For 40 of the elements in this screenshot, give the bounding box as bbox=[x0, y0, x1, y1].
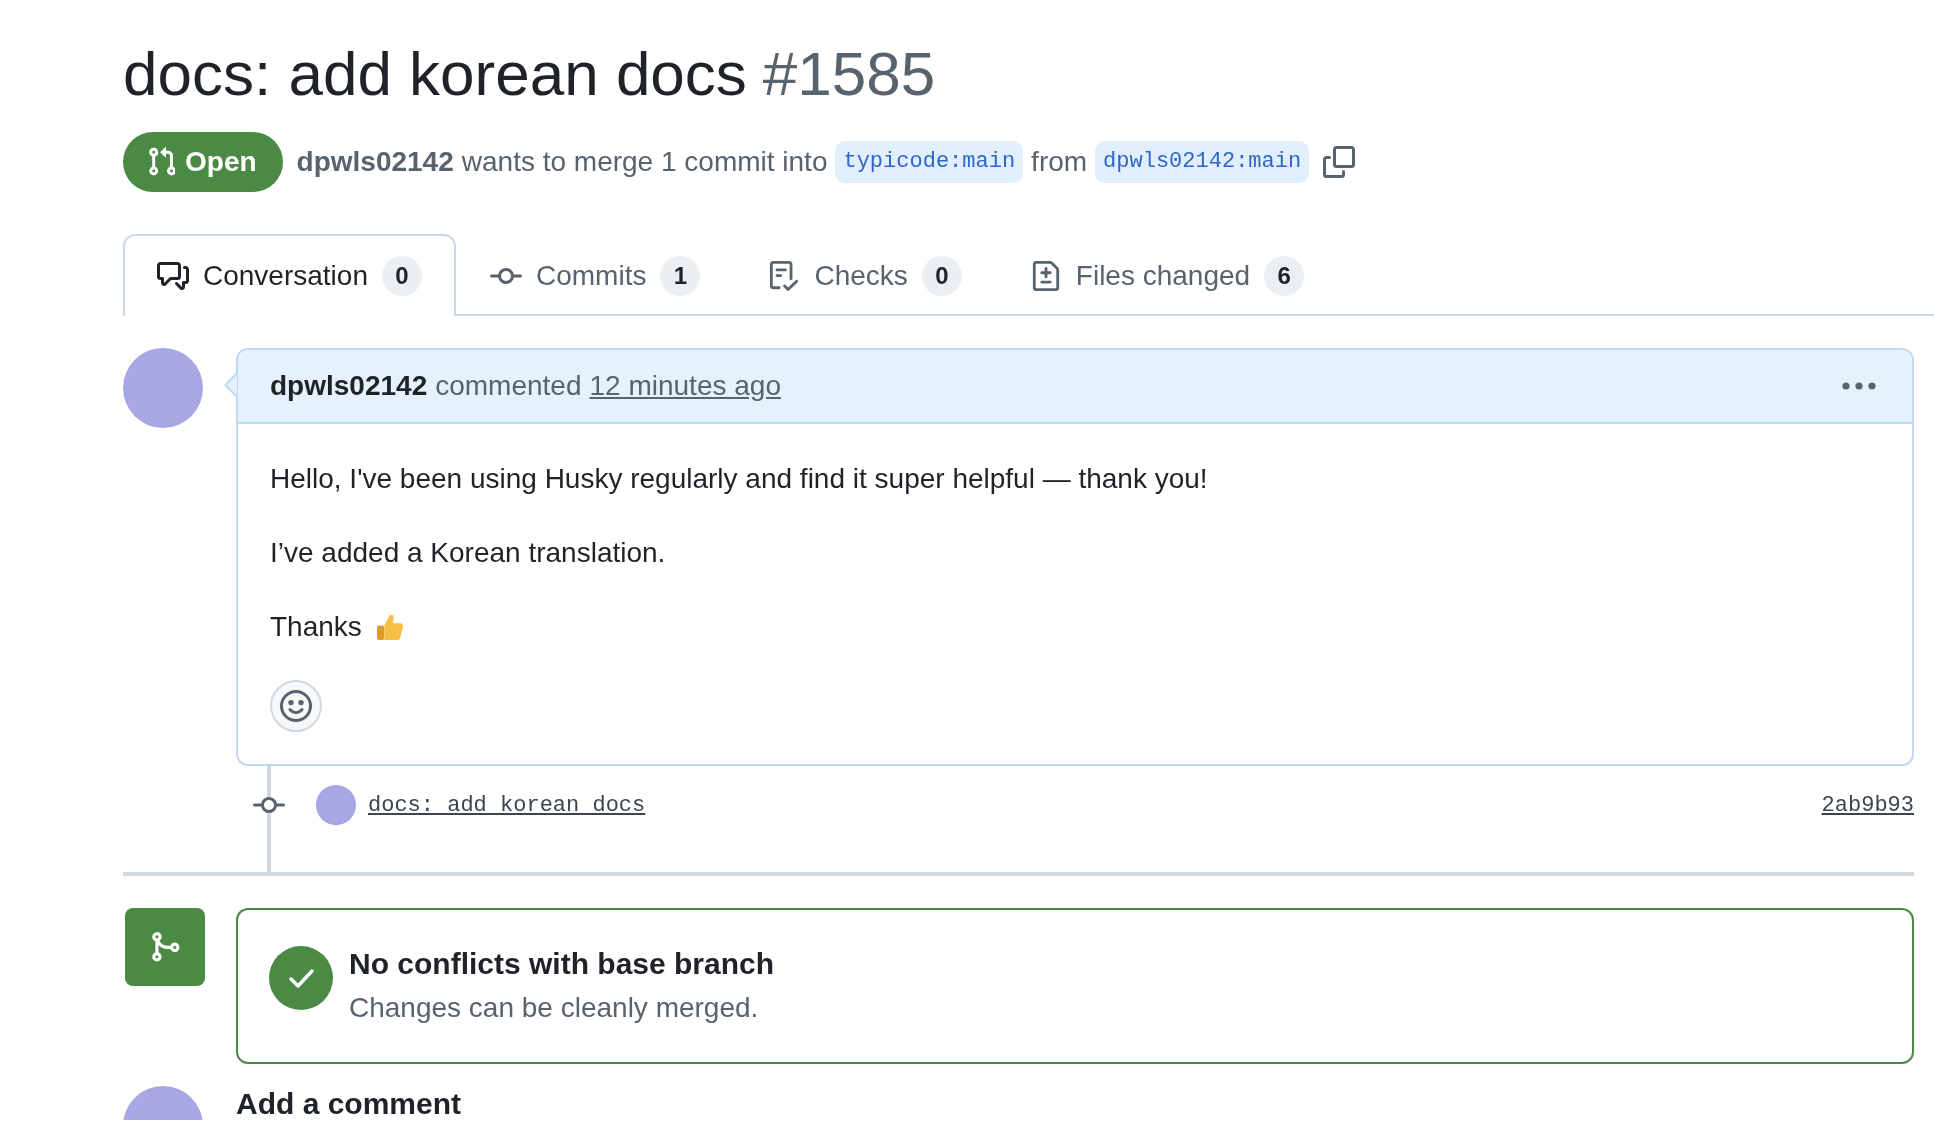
add-reaction-button[interactable] bbox=[270, 680, 322, 732]
merge-status-heading: No conflicts with base branch bbox=[349, 946, 775, 982]
pull-request-icon bbox=[149, 147, 175, 177]
head-branch-label[interactable]: dpwls02142:main bbox=[1095, 141, 1310, 183]
tab-counter: 0 bbox=[382, 256, 422, 296]
pr-number: #1585 bbox=[762, 39, 936, 108]
comment-action-text: commented bbox=[435, 370, 582, 402]
pr-title: docs: add korean docs bbox=[123, 39, 747, 108]
tab[interactable]: Commits 1 bbox=[456, 234, 735, 316]
commit-message-link[interactable]: docs: add korean docs bbox=[368, 792, 646, 818]
comment-text: Thanks bbox=[270, 610, 362, 644]
commit-sha-link[interactable]: 2ab9b93 bbox=[1821, 792, 1914, 818]
comment-form-heading: Add a comment bbox=[236, 1086, 462, 1122]
check-icon bbox=[269, 946, 333, 1010]
tab[interactable]: Files changed 6 bbox=[995, 234, 1339, 316]
author-link[interactable]: dpwls02142 bbox=[270, 370, 428, 402]
base-branch-label[interactable]: typicode:main bbox=[835, 141, 1024, 183]
timestamp-link[interactable]: 12 minutes ago bbox=[589, 370, 781, 402]
copy-icon bbox=[1323, 146, 1356, 178]
smiley-icon bbox=[280, 690, 312, 722]
comment-text: Hello, I've been using Husky regularly and find it super helpful — thank you! bbox=[270, 462, 1208, 496]
checklist-icon bbox=[768, 261, 801, 291]
tab-counter: 0 bbox=[921, 256, 962, 296]
tab-counter: 1 bbox=[660, 256, 701, 296]
branch-icon bbox=[125, 908, 205, 986]
tab-counter: 6 bbox=[1264, 256, 1305, 296]
commit-icon bbox=[490, 268, 522, 284]
speech-bubbles-icon bbox=[157, 261, 189, 291]
more-options-button[interactable] bbox=[1842, 382, 1876, 390]
merge-summary-text: wants to merge 1 commit into bbox=[461, 146, 828, 178]
thumbs-up-icon bbox=[376, 614, 403, 640]
tab[interactable]: Checks 0 bbox=[734, 234, 996, 316]
merge-status-detail: Changes can be cleanly merged. bbox=[349, 991, 759, 1025]
copy-button[interactable] bbox=[1323, 146, 1356, 178]
tab[interactable]: Conversation 0 bbox=[123, 234, 456, 316]
comment-text: I’ve added a Korean translation. bbox=[270, 536, 666, 570]
ellipsis-icon bbox=[1842, 382, 1876, 390]
status-label: Open bbox=[185, 146, 257, 178]
author-link[interactable]: dpwls02142 bbox=[296, 146, 454, 178]
from-text: from bbox=[1031, 146, 1088, 178]
